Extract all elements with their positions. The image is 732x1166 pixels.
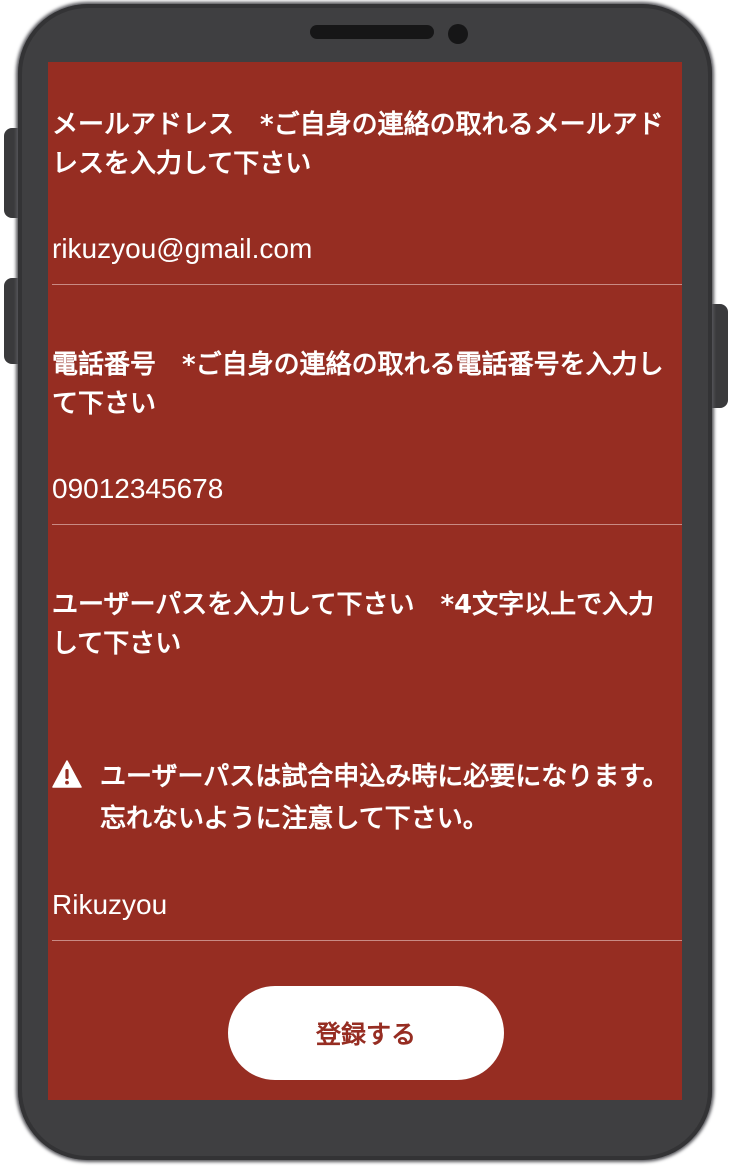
email-field[interactable] (52, 232, 652, 266)
register-button[interactable]: 登録する (228, 986, 504, 1080)
userpass-label: ユーザーパスを入力して下さい *4文字以上で入力して下さい (52, 590, 655, 659)
userpass-field[interactable] (52, 888, 652, 922)
phone-divider (52, 524, 682, 525)
userpass-divider (52, 940, 682, 941)
phone-field[interactable] (52, 472, 652, 506)
email-label: メールアドレス *ご自身の連絡の取れるメールアドレスを入力して下さい (52, 110, 664, 179)
phone-speaker (310, 25, 434, 39)
registration-form: メールアドレス *ご自身の連絡の取れるメールアドレスを入力して下さい 電話番号 … (48, 62, 682, 1100)
phone-camera (448, 24, 468, 44)
email-divider (52, 284, 682, 285)
warning-triangle-icon (52, 760, 82, 788)
phone-label: 電話番号 *ご自身の連絡の取れる電話番号を入力して下さい (52, 350, 664, 419)
userpass-warning-text: ユーザーパスは試合申込み時に必要になります。忘れないように注意して下さい。 (100, 762, 669, 834)
phone-illustration: メールアドレス *ご自身の連絡の取れるメールアドレスを入力して下さい 電話番号 … (0, 0, 732, 1166)
